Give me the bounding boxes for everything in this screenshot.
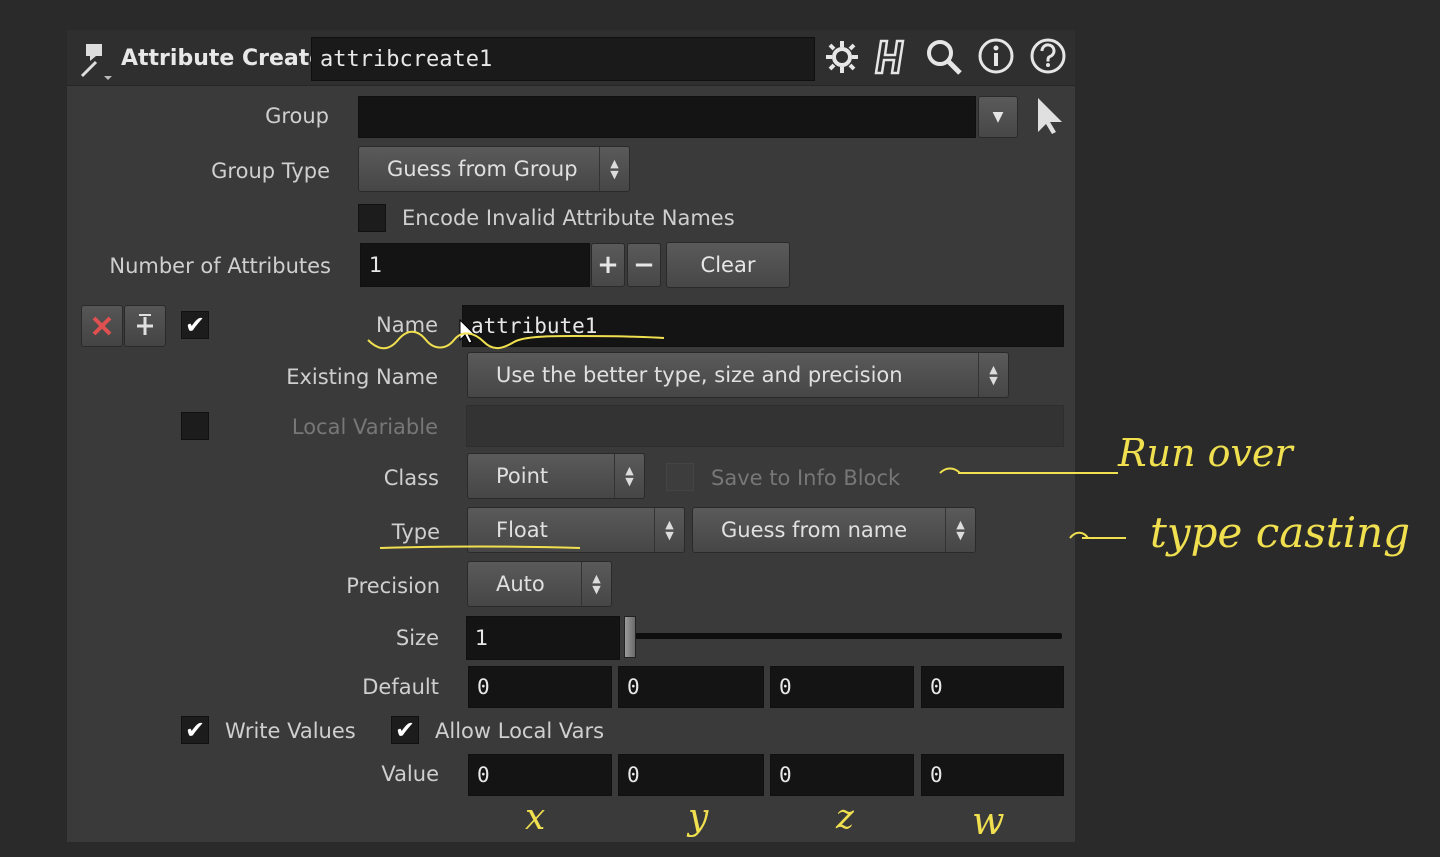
annotation-type-casting: type casting [1150, 508, 1411, 557]
annotation-y: y [688, 797, 709, 838]
annotation-z: z [836, 797, 854, 837]
annotation-x: x [525, 797, 546, 838]
annotation-strokes [367, 330, 1126, 549]
annotation-run-over: Run over [1118, 431, 1293, 475]
annotation-w: w [972, 799, 1005, 843]
